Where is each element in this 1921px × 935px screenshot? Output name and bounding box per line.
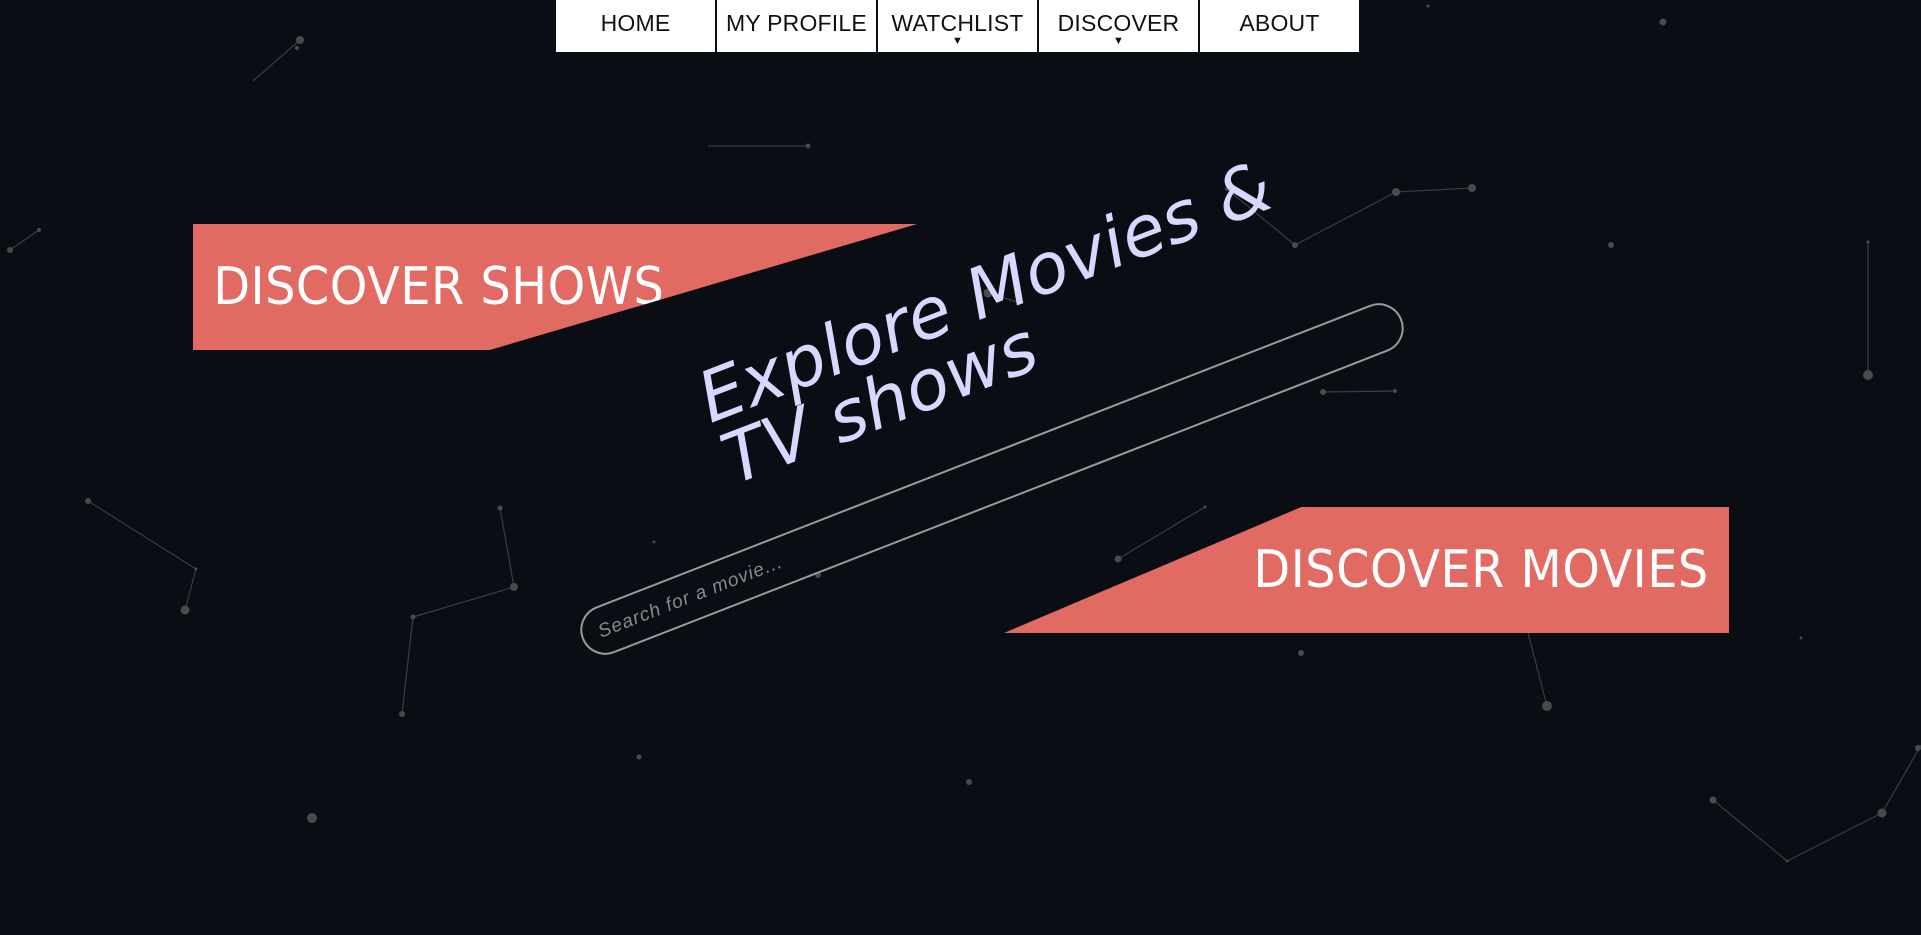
nav-tab-my-profile[interactable]: MY PROFILE	[717, 0, 876, 52]
nav-tab-about-label: ABOUT	[1239, 9, 1320, 36]
discover-movies-label: DISCOVER MOVIES	[1253, 540, 1709, 600]
nav-tab-watchlist[interactable]: WATCHLIST ▼	[878, 0, 1037, 52]
nav-tab-about[interactable]: ABOUT	[1200, 0, 1359, 52]
nav-tab-home-label: HOME	[600, 9, 671, 36]
caret-down-icon: ▼	[951, 35, 964, 47]
page: HOME MY PROFILE WATCHLIST ▼ DISCOVER ▼ A…	[0, 0, 1921, 935]
nav-tab-home[interactable]: HOME	[556, 0, 715, 52]
nav-tab-watchlist-label: WATCHLIST	[891, 9, 1024, 36]
caret-down-icon: ▼	[1112, 35, 1125, 47]
nav-tab-discover-label: DISCOVER	[1057, 9, 1180, 36]
nav-tab-my-profile-label: MY PROFILE	[726, 9, 867, 36]
nav-tab-discover[interactable]: DISCOVER ▼	[1039, 0, 1198, 52]
main-nav: HOME MY PROFILE WATCHLIST ▼ DISCOVER ▼ A…	[556, 0, 1359, 52]
discover-shows-label: DISCOVER SHOWS	[213, 257, 665, 317]
